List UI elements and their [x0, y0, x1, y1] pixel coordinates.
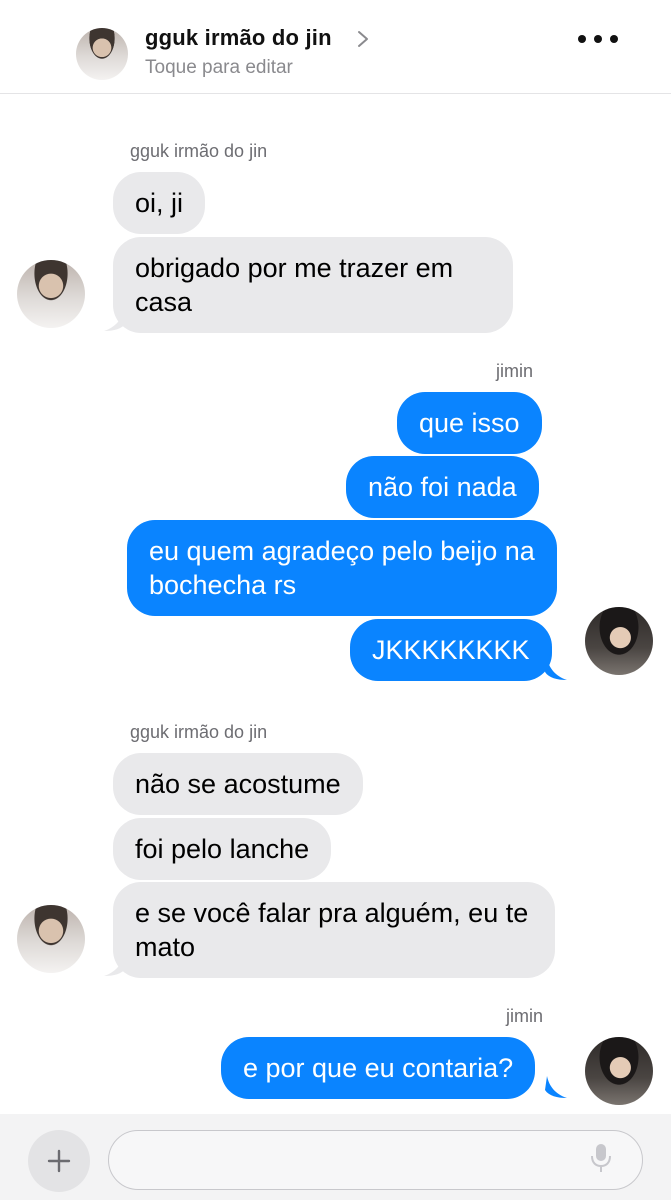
bubble-tail: [545, 1076, 567, 1098]
bubble-tail: [104, 954, 126, 976]
message-input-field[interactable]: [108, 1130, 643, 1190]
bubble-tail: [545, 658, 567, 680]
sender-label: gguk irmão do jin: [130, 141, 268, 161]
outgoing-message[interactable]: JKKKKKKKK: [350, 619, 552, 681]
message-input[interactable]: [131, 1145, 571, 1175]
sender-label: gguk irmão do jin: [130, 722, 268, 742]
incoming-message[interactable]: foi pelo lanche: [113, 818, 332, 880]
incoming-message[interactable]: e se você falar pra alguém, eu te mato: [113, 882, 555, 978]
plus-icon: [47, 1149, 71, 1173]
ellipsis-icon: [578, 35, 586, 43]
microphone-icon[interactable]: [590, 1143, 612, 1173]
sender-label: jimin: [496, 361, 534, 381]
bubble-tail: [104, 309, 126, 331]
sender-avatar[interactable]: [17, 905, 85, 973]
outgoing-message[interactable]: não foi nada: [346, 456, 539, 518]
sender-avatar[interactable]: [585, 1037, 653, 1105]
composer-bar: [0, 1114, 671, 1200]
add-attachment-button[interactable]: [28, 1130, 90, 1192]
edit-hint[interactable]: Toque para editar: [145, 57, 293, 79]
sender-label: jimin: [506, 1006, 544, 1026]
sender-avatar[interactable]: [17, 260, 85, 328]
outgoing-message[interactable]: que isso: [397, 392, 542, 454]
more-options-button[interactable]: [578, 30, 618, 48]
incoming-message[interactable]: oi, ji: [113, 172, 206, 234]
sender-avatar[interactable]: [585, 607, 653, 675]
contact-avatar[interactable]: [76, 28, 128, 80]
incoming-message[interactable]: não se acostume: [113, 753, 363, 815]
outgoing-message[interactable]: e por que eu contaria?: [221, 1037, 536, 1099]
outgoing-message[interactable]: eu quem agradeço pelo beijo na bochecha …: [127, 520, 557, 616]
chevron-right-icon[interactable]: [356, 30, 370, 48]
chat-header: gguk irmão do jin Toque para editar: [0, 0, 671, 94]
incoming-message[interactable]: obrigado por me trazer em casa: [113, 237, 513, 333]
contact-name[interactable]: gguk irmão do jin: [145, 25, 332, 51]
